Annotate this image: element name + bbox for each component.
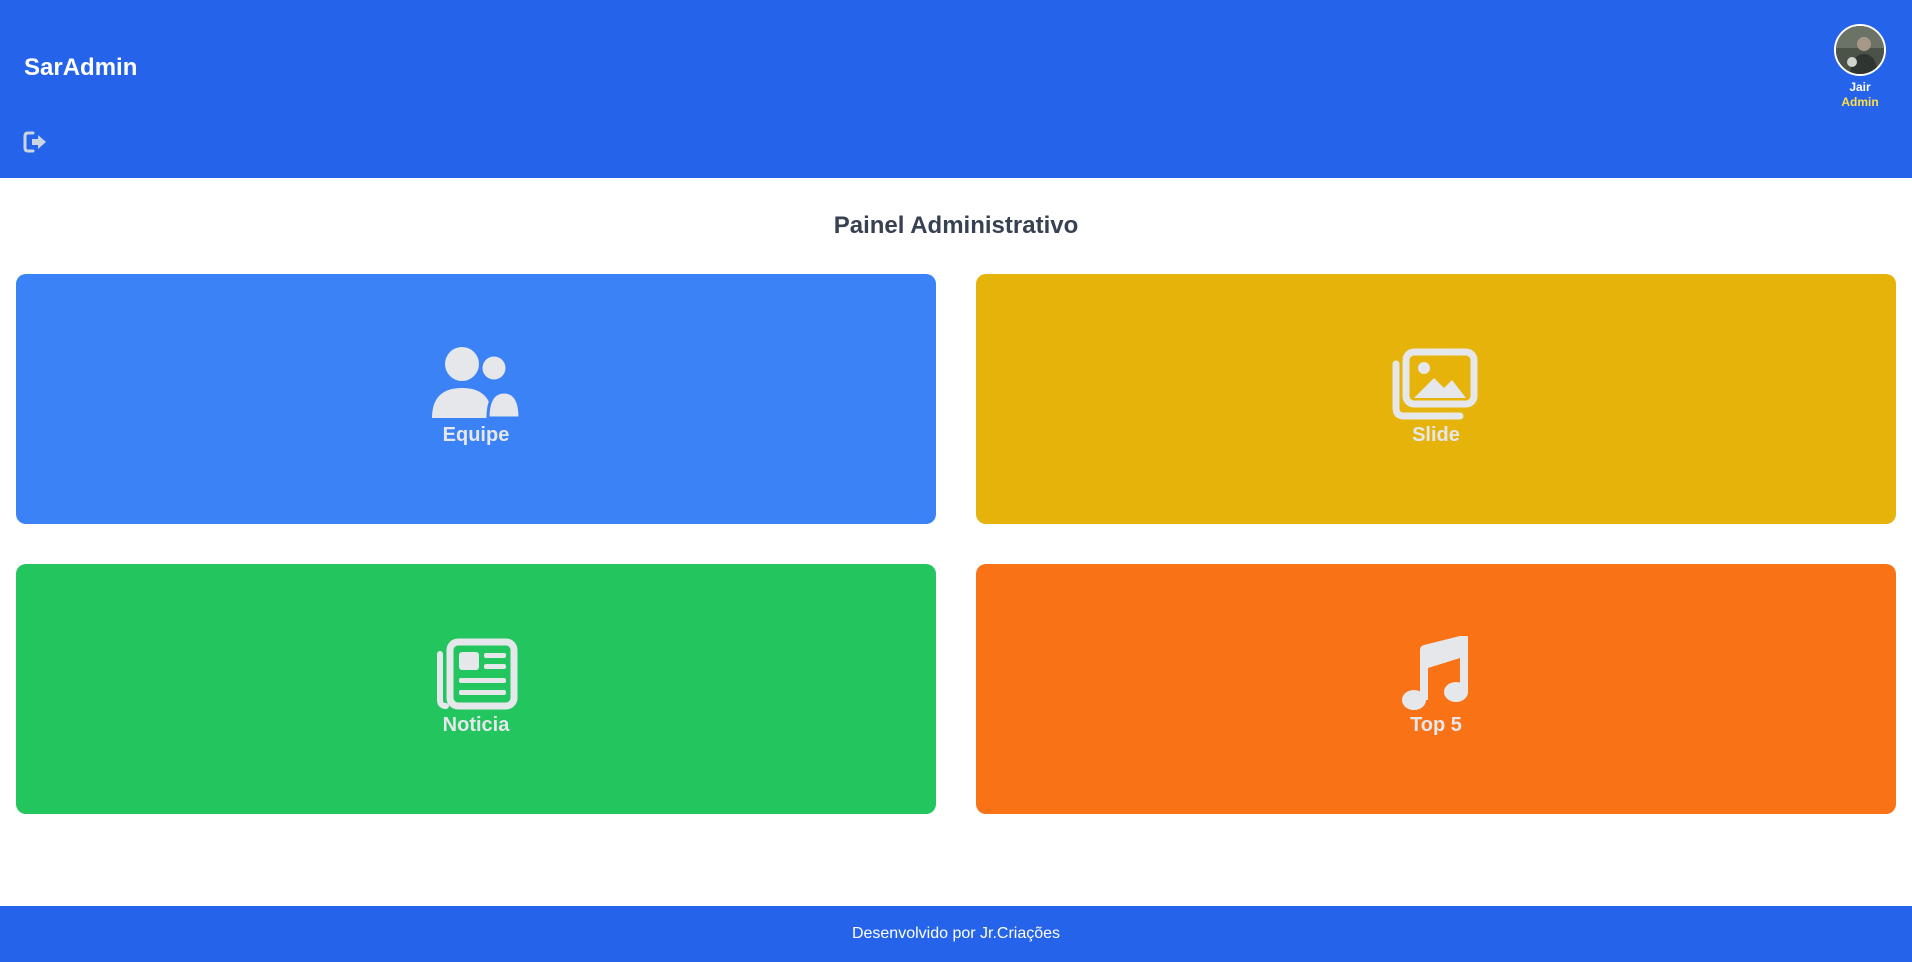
images-icon — [1392, 348, 1478, 420]
users-icon — [432, 347, 522, 420]
user-profile[interactable]: Jair Admin — [1830, 24, 1890, 110]
brand-title[interactable]: SarAdmin — [24, 54, 137, 82]
card-equipe[interactable]: Equipe — [16, 274, 936, 524]
user-role: Admin — [1841, 95, 1879, 109]
footer-text: Desenvolvido por Jr.Criações — [851, 925, 1061, 942]
card-slide[interactable]: Slide — [976, 274, 1896, 524]
user-name: Jair — [1849, 80, 1871, 94]
sign-out-icon — [23, 131, 46, 153]
card-noticia[interactable]: Noticia — [16, 564, 936, 814]
newspaper-icon — [437, 638, 518, 710]
card-label-equipe: Equipe — [442, 424, 510, 446]
page-title: Painel Administrativo — [833, 212, 1079, 239]
card-label-noticia: Noticia — [442, 714, 510, 736]
top-header: SarAdmin Jair Admin — [0, 0, 1912, 178]
footer: Desenvolvido por Jr.Criações — [0, 906, 1912, 962]
logout-button[interactable] — [22, 128, 50, 156]
card-top5[interactable]: Top 5 — [976, 564, 1896, 814]
card-label-top5: Top 5 — [1410, 714, 1462, 736]
avatar[interactable] — [1834, 24, 1886, 76]
user-avatar-icon — [1836, 26, 1884, 74]
music-icon — [1402, 636, 1468, 710]
card-label-slide: Slide — [1412, 424, 1460, 446]
